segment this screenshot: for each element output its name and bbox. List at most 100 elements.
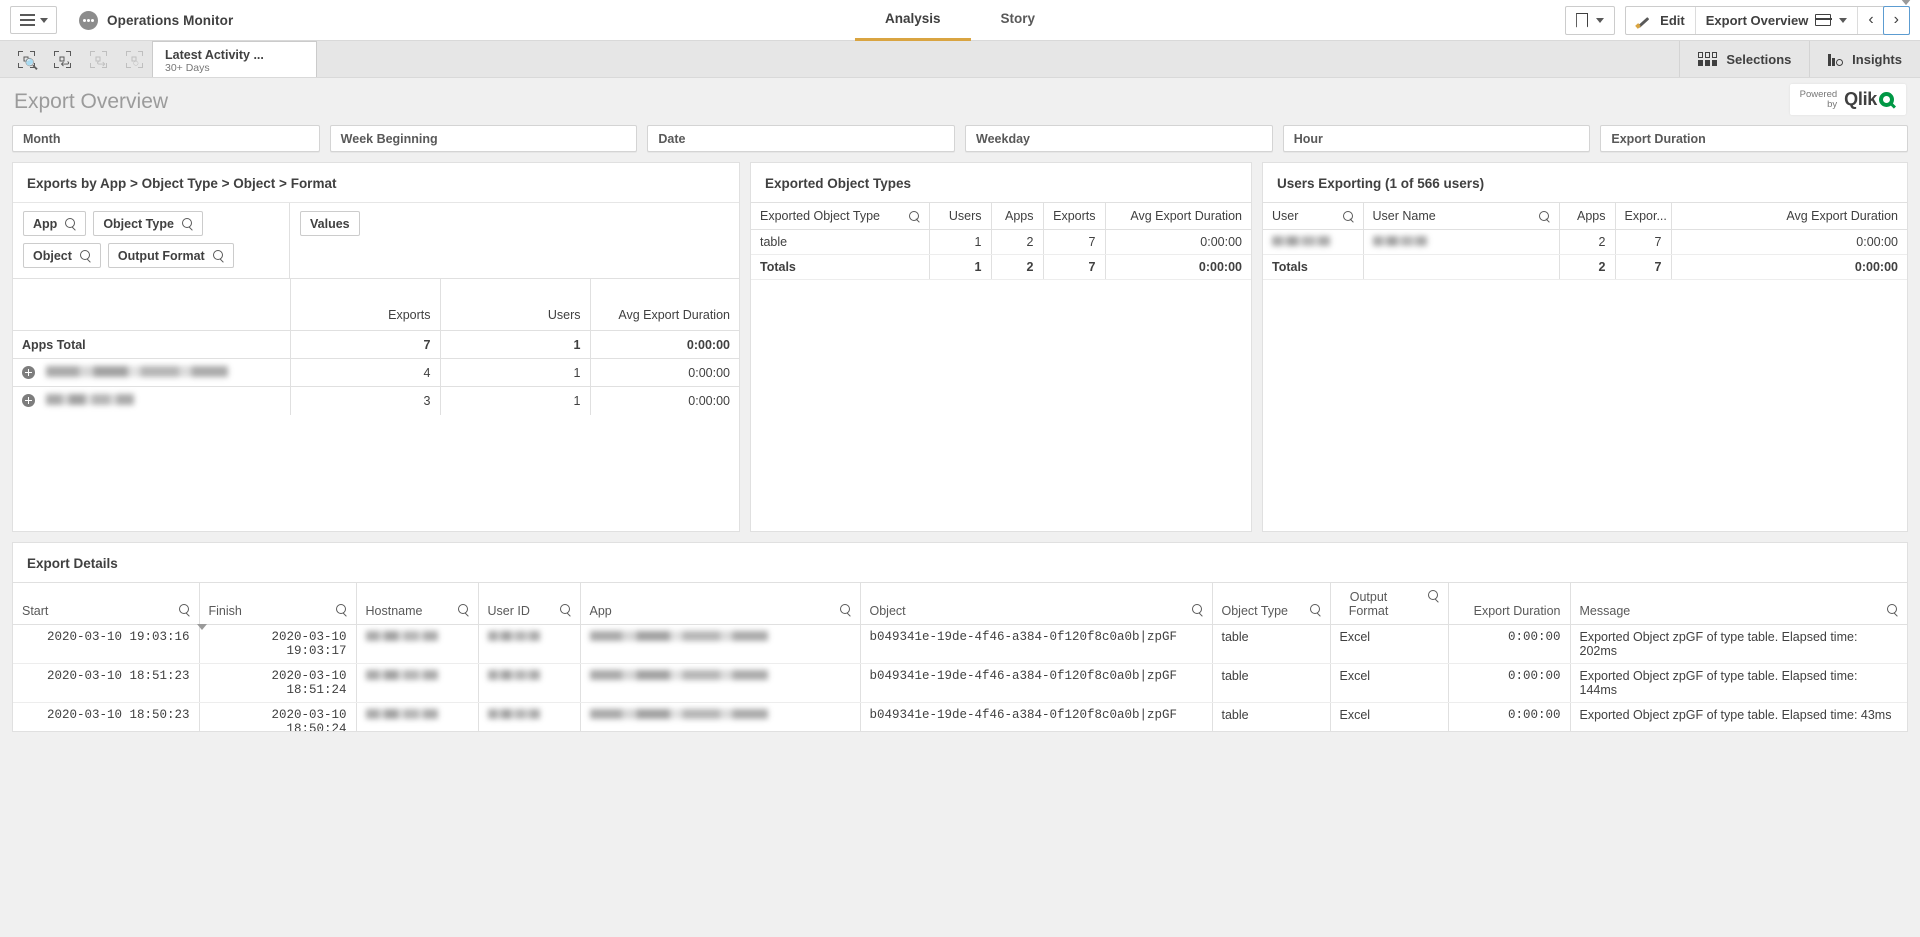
- cell-message[interactable]: Exported Object zpGF of type table. Elap…: [1570, 664, 1907, 703]
- cell-object-type[interactable]: table: [1212, 664, 1330, 703]
- col-user-name[interactable]: User Name: [1363, 203, 1559, 230]
- col-exported-object-type[interactable]: Exported Object Type: [751, 203, 929, 230]
- col-start[interactable]: Start: [13, 583, 199, 625]
- cell-message[interactable]: Exported Object zpGF of type table. Elap…: [1570, 703, 1907, 733]
- edit-button[interactable]: Edit: [1626, 7, 1695, 34]
- search-icon[interactable]: [182, 218, 193, 229]
- expand-icon[interactable]: [22, 394, 35, 407]
- dim-chip-output-format[interactable]: Output Format: [108, 243, 234, 268]
- cell-message[interactable]: Exported Object zpGF of type table. Elap…: [1570, 625, 1907, 664]
- search-icon[interactable]: [560, 604, 571, 615]
- search-icon[interactable]: [1887, 604, 1898, 615]
- cell-hostname[interactable]: [356, 664, 478, 703]
- pivot-col-exports[interactable]: Exports: [290, 279, 440, 331]
- col-user[interactable]: User: [1263, 203, 1363, 230]
- expand-icon[interactable]: [22, 366, 35, 379]
- col-finish[interactable]: Finish: [199, 583, 356, 625]
- tab-story[interactable]: Story: [971, 0, 1066, 41]
- filter-month[interactable]: Month: [12, 125, 320, 152]
- col-apps[interactable]: Apps: [1559, 203, 1615, 230]
- tab-analysis[interactable]: Analysis: [855, 0, 971, 41]
- col-exports[interactable]: Expor...: [1615, 203, 1671, 230]
- col-avg-export-duration[interactable]: Avg Export Duration: [1105, 203, 1251, 230]
- cell-user-name[interactable]: [1363, 230, 1559, 255]
- table-row[interactable]: 2 7 0:00:00: [1263, 230, 1907, 255]
- col-object-type[interactable]: Object Type: [1212, 583, 1330, 625]
- pivot-col-users[interactable]: Users: [440, 279, 590, 331]
- search-icon[interactable]: [213, 250, 224, 261]
- col-object[interactable]: Object: [860, 583, 1212, 625]
- search-icon[interactable]: [1310, 604, 1321, 615]
- col-message[interactable]: Message: [1570, 583, 1907, 625]
- measure-chip-values[interactable]: Values: [300, 211, 360, 236]
- col-hostname[interactable]: Hostname: [356, 583, 478, 625]
- cell-hostname[interactable]: [356, 703, 478, 733]
- selections-button[interactable]: Selections: [1679, 41, 1809, 77]
- search-icon[interactable]: [80, 250, 91, 261]
- previous-sheet-button[interactable]: ‹: [1857, 7, 1883, 34]
- cell-finish[interactable]: 2020-03-10 19:03:17: [199, 625, 356, 664]
- cell-app[interactable]: [580, 625, 860, 664]
- cell-finish[interactable]: 2020-03-10 18:50:24: [199, 703, 356, 733]
- cell-hostname[interactable]: [356, 625, 478, 664]
- search-icon[interactable]: [458, 604, 469, 615]
- col-output-format[interactable]: Output Format: [1330, 583, 1448, 625]
- cell-finish[interactable]: 2020-03-10 18:51:24: [199, 664, 356, 703]
- col-users[interactable]: Users: [929, 203, 991, 230]
- cell-user-id[interactable]: [478, 703, 580, 733]
- col-avg-export-duration[interactable]: Avg Export Duration: [1671, 203, 1907, 230]
- cell-object-type[interactable]: table: [1212, 625, 1330, 664]
- cell-user-id[interactable]: [478, 664, 580, 703]
- cell-object[interactable]: b049341e-19de-4f46-a384-0f120f8c0a0b|zpG…: [860, 664, 1212, 703]
- selections-tool-icon[interactable]: 🔍: [8, 41, 44, 77]
- cell-start[interactable]: 2020-03-10 18:50:23: [13, 703, 199, 733]
- step-back-icon[interactable]: ↩: [44, 41, 80, 77]
- cell-start[interactable]: 2020-03-10 19:03:16: [13, 625, 199, 664]
- cell-app[interactable]: [580, 703, 860, 733]
- search-icon[interactable]: [909, 211, 920, 222]
- dim-chip-object[interactable]: Object: [23, 243, 101, 268]
- search-icon[interactable]: [1192, 604, 1203, 615]
- search-icon[interactable]: [1343, 211, 1354, 222]
- col-apps[interactable]: Apps: [991, 203, 1043, 230]
- search-icon[interactable]: [1539, 211, 1550, 222]
- table-row[interactable]: Apps Total 7 1 0:00:00: [13, 331, 739, 359]
- cell-object[interactable]: b049341e-19de-4f46-a384-0f120f8c0a0b|zpG…: [860, 625, 1212, 664]
- search-icon[interactable]: [336, 604, 347, 615]
- insights-button[interactable]: Insights: [1809, 41, 1920, 77]
- table-row[interactable]: 2020-03-10 19:03:16 2020-03-10 19:03:17 …: [13, 625, 1907, 664]
- dim-chip-object-type[interactable]: Object Type: [93, 211, 203, 236]
- search-icon[interactable]: [65, 218, 76, 229]
- cell-user-id[interactable]: [478, 625, 580, 664]
- filter-hour[interactable]: Hour: [1283, 125, 1591, 152]
- sheet-selector-button[interactable]: Export Overview: [1695, 7, 1858, 34]
- cell-app[interactable]: [580, 664, 860, 703]
- cell-object[interactable]: b049341e-19de-4f46-a384-0f120f8c0a0b|zpG…: [860, 703, 1212, 733]
- search-icon[interactable]: [179, 604, 190, 615]
- cell-output-format[interactable]: Excel: [1330, 664, 1448, 703]
- col-user-id[interactable]: User ID: [478, 583, 580, 625]
- bookmark-button[interactable]: [1566, 7, 1614, 34]
- filter-weekday[interactable]: Weekday: [965, 125, 1273, 152]
- current-selection-chip[interactable]: Latest Activity ... 30+ Days: [152, 41, 317, 77]
- main-menu-button[interactable]: [10, 6, 57, 34]
- cell-start[interactable]: 2020-03-10 18:51:23: [13, 664, 199, 703]
- filter-export-duration[interactable]: Export Duration: [1600, 125, 1908, 152]
- table-row[interactable]: 4 1 0:00:00: [13, 359, 739, 387]
- cell-output-format[interactable]: Excel: [1330, 625, 1448, 664]
- cell-user[interactable]: [1263, 230, 1363, 255]
- cell-object-type[interactable]: table: [1212, 703, 1330, 733]
- table-row[interactable]: 2020-03-10 18:51:23 2020-03-10 18:51:24 …: [13, 664, 1907, 703]
- table-row[interactable]: table 1 2 7 0:00:00: [751, 230, 1251, 255]
- table-row[interactable]: 3 1 0:00:00: [13, 387, 739, 415]
- filter-date[interactable]: Date: [647, 125, 955, 152]
- dim-chip-app[interactable]: App: [23, 211, 86, 236]
- search-icon[interactable]: [1428, 590, 1439, 601]
- pivot-col-avg-duration[interactable]: Avg Export Duration: [590, 279, 739, 331]
- col-exports[interactable]: Exports: [1043, 203, 1105, 230]
- next-sheet-button[interactable]: ›: [1883, 6, 1910, 35]
- cell-object-type[interactable]: table: [751, 230, 929, 255]
- table-row[interactable]: 2020-03-10 18:50:23 2020-03-10 18:50:24 …: [13, 703, 1907, 733]
- cell-output-format[interactable]: Excel: [1330, 703, 1448, 733]
- col-export-duration[interactable]: Export Duration: [1448, 583, 1570, 625]
